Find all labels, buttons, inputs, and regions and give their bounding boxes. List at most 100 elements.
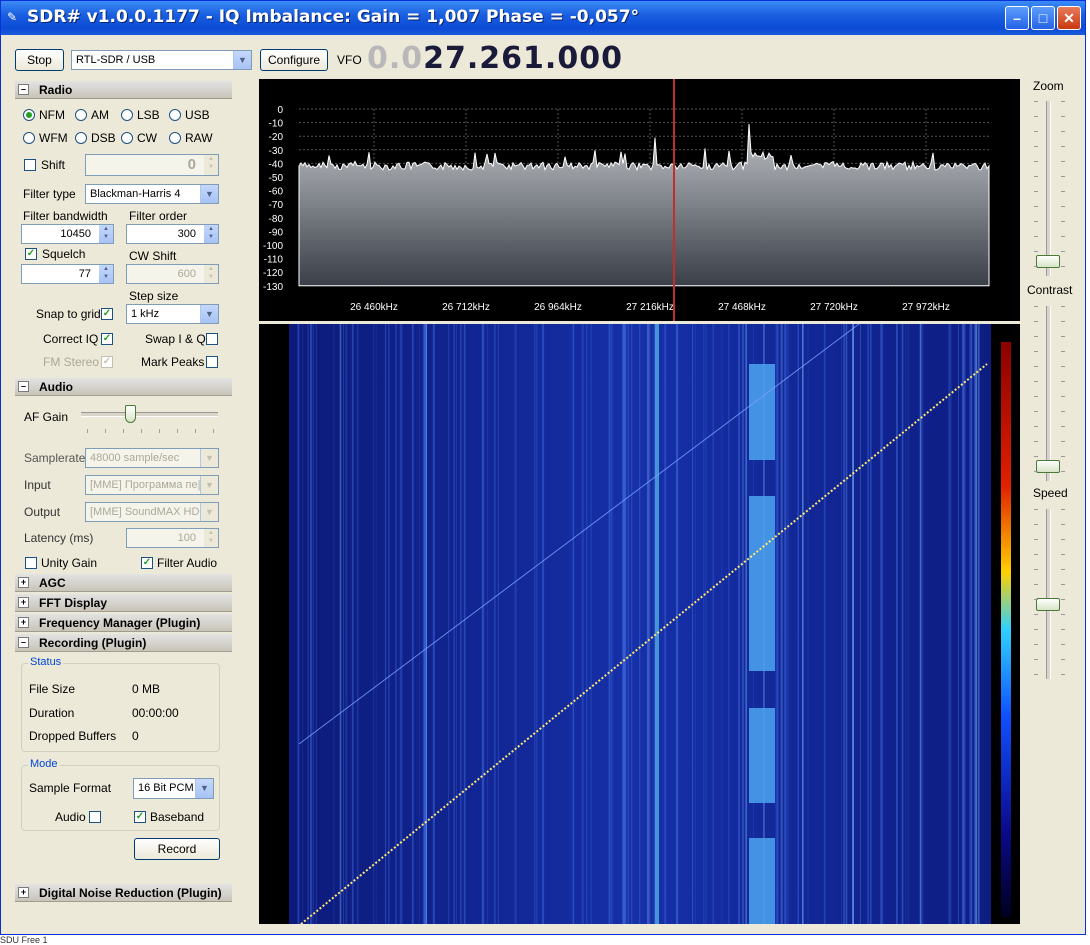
configure-button[interactable]: Configure [260, 49, 328, 71]
baseband-checkbox[interactable]: ✓ [134, 811, 146, 823]
shift-spinner[interactable]: 0 ▲ ▼ [85, 154, 219, 176]
correct-iq-checkbox[interactable]: ✓ [101, 333, 113, 345]
mode-label-am: AM [91, 108, 109, 122]
slider-tick [1034, 539, 1038, 540]
slider-tick [1061, 131, 1065, 132]
frequency-manager-section-header[interactable]: + Frequency Manager (Plugin) [15, 614, 232, 632]
mode-radio-usb[interactable] [169, 109, 181, 121]
output-select[interactable]: [MME] SoundMAX HD ▼ [85, 502, 219, 522]
waterfall-line [586, 324, 588, 924]
speed-slider-thumb[interactable] [1036, 598, 1060, 611]
file-size-value: 0 MB [132, 682, 161, 696]
contrast-slider-thumb[interactable] [1036, 460, 1060, 473]
slider-tick [1061, 569, 1065, 570]
maximize-button[interactable]: □ [1031, 6, 1055, 30]
shift-checkbox[interactable] [24, 159, 36, 171]
speed-slider-track[interactable] [1046, 509, 1051, 679]
spectrum-display[interactable]: 0 -10 -20 -30 -40 -50 -60 -70 -80 -90 -100 -110 -120… [259, 79, 1020, 321]
waterfall-line [455, 324, 457, 924]
latency-label: Latency (ms) [24, 531, 94, 545]
fft-display-section-header[interactable]: + FFT Display [15, 594, 232, 612]
spectrum-db-tick: -60 [269, 187, 284, 198]
filter-type-select[interactable]: Blackman-Harris 4 ▼ [85, 184, 219, 204]
title-bar[interactable]: ✎ SDR# v1.0.0.1177 - IQ Imbalance: Gain … [1, 1, 1085, 35]
chevron-down-icon: ▼ [200, 476, 218, 494]
agc-section-header[interactable]: + AGC [15, 574, 232, 592]
zoom-slider-track[interactable] [1046, 101, 1051, 276]
zoom-label: Zoom [1033, 79, 1064, 93]
waterfall-line [494, 324, 496, 924]
waterfall-line [343, 324, 345, 924]
contrast-slider-track[interactable] [1046, 306, 1051, 481]
minimize-button[interactable]: – [1005, 6, 1029, 30]
waterfall-line [964, 324, 966, 924]
audio-record-checkbox[interactable] [89, 811, 101, 823]
digital-noise-reduction-section-header[interactable]: + Digital Noise Reduction (Plugin) [15, 884, 232, 902]
expand-icon: + [18, 597, 29, 608]
mode-radio-nfm[interactable] [23, 109, 35, 121]
mark-peaks-checkbox[interactable] [206, 356, 218, 368]
snap-to-grid-label: Snap to grid [36, 307, 101, 321]
mode-radio-am[interactable] [75, 109, 87, 121]
fm-stereo-checkbox[interactable]: ✓ [101, 356, 113, 368]
sample-format-select[interactable]: 16 Bit PCM ▼ [133, 778, 214, 799]
mode-radio-dsb[interactable] [75, 132, 87, 144]
mode-radio-wfm[interactable] [23, 132, 35, 144]
filter-type-value: Blackman-Harris 4 [90, 188, 181, 200]
spectrum-freq-tick: 26 964kHz [534, 302, 582, 313]
filter-bandwidth-label: Filter bandwidth [23, 209, 108, 223]
swap-iq-checkbox[interactable] [206, 333, 218, 345]
device-select[interactable]: RTL-SDR / USB ▼ [71, 50, 252, 70]
slider-tick [1061, 396, 1065, 397]
zoom-slider-thumb[interactable] [1036, 255, 1060, 268]
squelch-spinner[interactable]: 77 ▲ ▼ [21, 264, 114, 284]
waterfall-line [712, 324, 715, 924]
close-button[interactable]: ✕ [1057, 6, 1081, 30]
slider-tick [1061, 644, 1065, 645]
spectrum-plot: 0 -10 -20 -30 -40 -50 -60 -70 -80 -90 -100 -110 -120… [263, 79, 991, 321]
mode-radio-cw[interactable] [121, 132, 133, 144]
latency-spinner[interactable]: 100 ▲ ▼ [126, 528, 219, 548]
af-gain-slider-thumb[interactable] [125, 405, 136, 423]
record-button[interactable]: Record [134, 838, 220, 860]
stop-button[interactable]: Stop [15, 49, 64, 71]
waterfall-line [534, 324, 535, 924]
spectrum-db-tick: -130 [263, 282, 283, 293]
af-gain-track[interactable] [81, 412, 218, 417]
waterfall-line [843, 324, 845, 924]
waterfall-line [920, 324, 922, 924]
filter-bandwidth-spinner[interactable]: 10450 ▲ ▼ [21, 224, 114, 244]
recording-section-header[interactable]: – Recording (Plugin) [15, 634, 232, 652]
waterfall-line [869, 324, 872, 924]
waterfall-display[interactable] [259, 324, 1020, 924]
filter-audio-checkbox[interactable]: ✓ [141, 557, 153, 569]
waterfall-line [880, 324, 883, 924]
mode-radio-raw[interactable] [169, 132, 181, 144]
slider-tick [1034, 266, 1038, 267]
snap-to-grid-checkbox[interactable]: ✓ [101, 308, 113, 320]
slider-tick [1061, 599, 1065, 600]
expand-icon: + [18, 887, 29, 898]
slider-tick [1061, 614, 1065, 615]
waterfall-line [302, 324, 304, 924]
waterfall-line [969, 324, 971, 924]
step-size-select[interactable]: 1 kHz ▼ [126, 304, 219, 324]
slider-tick [1034, 161, 1038, 162]
squelch-checkbox[interactable]: ✓ [25, 248, 37, 260]
slider-tick [1034, 336, 1038, 337]
audio-section-header[interactable]: – Audio [15, 378, 232, 396]
fm-stereo-label: FM Stereo [43, 355, 100, 369]
filter-order-spinner[interactable]: 300 ▲ ▼ [126, 224, 219, 244]
waterfall-plot [289, 324, 1011, 924]
cw-shift-spinner[interactable]: 600 ▲ ▼ [126, 264, 219, 284]
slider-tick [1061, 629, 1065, 630]
mode-radio-lsb[interactable] [121, 109, 133, 121]
samplerate-select[interactable]: 48000 sample/sec ▼ [85, 448, 219, 468]
chevron-down-icon: ▼ [233, 51, 251, 69]
radio-section-header[interactable]: – Radio [15, 81, 232, 99]
unity-gain-checkbox[interactable] [25, 557, 37, 569]
waterfall-line [351, 324, 354, 924]
vfo-display[interactable]: 0.027.261.000 [367, 41, 623, 76]
input-select[interactable]: [MME] Программа пе| ▼ [85, 475, 219, 495]
slider-tick [1061, 659, 1065, 660]
